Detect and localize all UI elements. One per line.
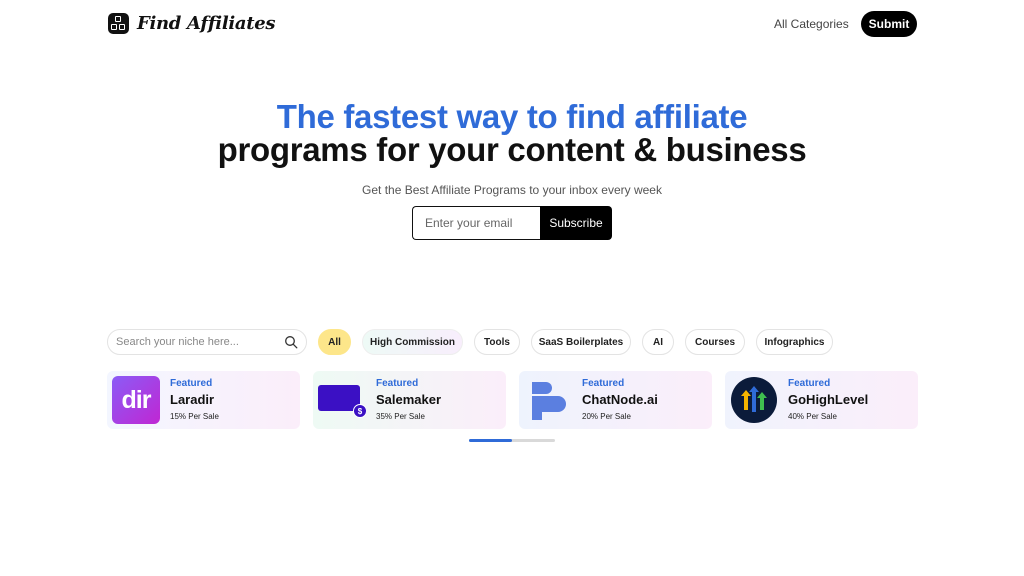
affiliate-card-salemaker[interactable]: $ Featured Salemaker 35% Per Sale	[313, 371, 506, 429]
niche-search[interactable]	[107, 329, 307, 355]
featured-badge: Featured	[170, 378, 213, 389]
all-categories-link[interactable]: All Categories	[774, 17, 849, 31]
card-commission: 15% Per Sale	[170, 412, 219, 421]
chip-tools[interactable]: Tools	[474, 329, 520, 355]
laradir-logo: dir	[112, 376, 160, 424]
search-input[interactable]	[116, 336, 284, 348]
search-icon[interactable]	[284, 335, 298, 349]
chip-ai[interactable]: AI	[642, 329, 674, 355]
card-commission: 40% Per Sale	[788, 412, 837, 421]
card-title: Salemaker	[376, 392, 442, 407]
logo-text: Find Affiliates	[137, 13, 276, 34]
gohighlevel-logo	[730, 376, 778, 424]
affiliate-card-laradir[interactable]: dir Featured Laradir 15% Per Sale	[107, 371, 300, 429]
card-commission: 20% Per Sale	[582, 412, 631, 421]
card-commission: 35% Per Sale	[376, 412, 425, 421]
subscribe-form: Subscribe	[412, 206, 612, 240]
card-title: GoHighLevel	[788, 392, 869, 407]
subscribe-button[interactable]: Subscribe	[540, 206, 612, 240]
chip-high-commission[interactable]: High Commission	[362, 329, 463, 355]
hero-title-line2: programs for your content & business	[217, 131, 807, 168]
chip-saas-boilerplates[interactable]: SaaS Boilerplates	[531, 329, 631, 355]
affiliate-card-chatnode[interactable]: Featured ChatNode.ai 20% Per Sale	[519, 371, 712, 429]
card-title: Laradir	[170, 392, 215, 407]
featured-badge: Featured	[376, 378, 419, 389]
chatnode-logo	[524, 376, 572, 424]
chip-infographics[interactable]: Infographics	[756, 329, 833, 355]
hero-subtitle: Get the Best Affiliate Programs to your …	[362, 183, 662, 197]
card-title: ChatNode.ai	[582, 392, 658, 407]
logo[interactable]: Find Affiliates	[108, 13, 276, 34]
featured-badge: Featured	[582, 378, 625, 389]
chip-courses[interactable]: Courses	[685, 329, 745, 355]
chip-all[interactable]: All	[318, 329, 351, 355]
submit-button[interactable]: Submit	[861, 11, 917, 37]
header: Find Affiliates All Categories Submit	[0, 0, 1024, 48]
carousel-progress-fill	[469, 439, 512, 442]
logo-icon	[108, 13, 129, 34]
salemaker-logo: $	[318, 376, 366, 424]
carousel-progress[interactable]	[469, 439, 555, 442]
featured-badge: Featured	[788, 378, 831, 389]
affiliate-card-gohighlevel[interactable]: Featured GoHighLevel 40% Per Sale	[725, 371, 918, 429]
email-input[interactable]	[412, 206, 540, 240]
